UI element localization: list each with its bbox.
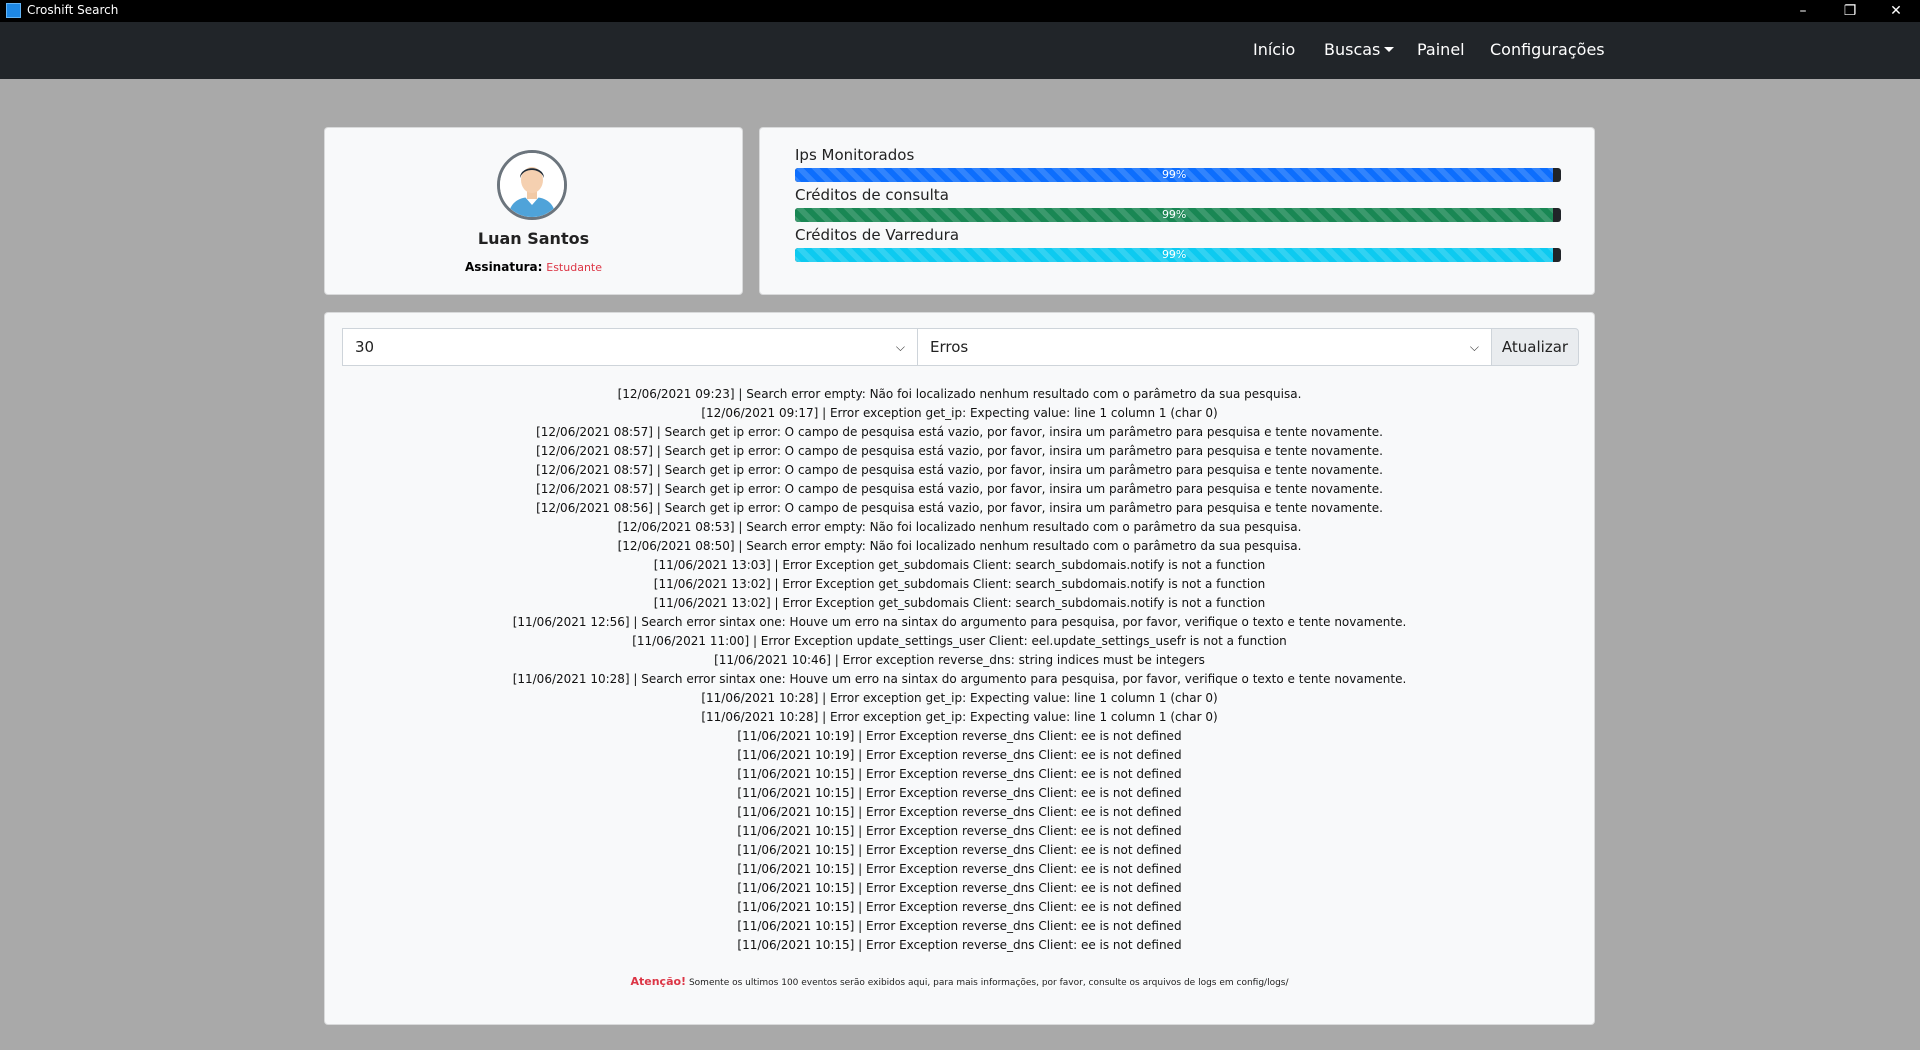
nav-inicio[interactable]: Início	[1253, 40, 1295, 59]
type-select-value: Erros	[930, 338, 969, 356]
type-select[interactable]: Erros ⌵	[917, 328, 1492, 366]
meter-fill-ips: 99%	[795, 168, 1554, 182]
nav-buscas-label: Buscas	[1324, 40, 1381, 59]
log-entry: [11/06/2021 13:02] | Error Exception get…	[653, 596, 1266, 610]
notice: Atenção! Somente os ultimos 100 eventos …	[325, 975, 1594, 988]
log-entry: [11/06/2021 10:15] | Error Exception rev…	[737, 843, 1182, 857]
usage-card: Ips Monitorados 99% Créditos de consulta…	[759, 127, 1595, 295]
log-entry: [12/06/2021 08:57] | Search get ip error…	[536, 425, 1383, 439]
log-entry: [11/06/2021 10:15] | Error Exception rev…	[737, 824, 1182, 838]
log-entry: [12/06/2021 08:50] | Search error empty:…	[617, 539, 1302, 553]
log-entry: [11/06/2021 10:15] | Error Exception rev…	[737, 900, 1182, 914]
log-entry: [11/06/2021 10:15] | Error Exception rev…	[737, 862, 1182, 876]
log-list: [12/06/2021 09:23] | Search error empty:…	[325, 385, 1594, 955]
meter-label-consulta: Créditos de consulta	[795, 186, 949, 204]
chevron-down-icon: ⌵	[1469, 340, 1479, 354]
log-entry: [11/06/2021 10:15] | Error Exception rev…	[737, 786, 1182, 800]
log-entry: [12/06/2021 08:53] | Search error empty:…	[617, 520, 1302, 534]
meter-varredura: 99%	[795, 248, 1561, 262]
meter-consulta: 99%	[795, 208, 1561, 222]
log-entry: [11/06/2021 12:56] | Search error sintax…	[512, 615, 1407, 629]
maximize-button[interactable]: ❐	[1827, 0, 1873, 22]
notice-text: Somente os ultimos 100 eventos serão exi…	[688, 978, 1289, 988]
window-titlebar: Croshift Search – ❐ ✕	[0, 0, 1920, 22]
log-entry: [11/06/2021 10:15] | Error Exception rev…	[737, 805, 1182, 819]
count-select-value: 30	[355, 338, 375, 356]
log-entry: [12/06/2021 08:57] | Search get ip error…	[536, 444, 1383, 458]
log-entry: [12/06/2021 09:17] | Error exception get…	[701, 406, 1218, 420]
close-button[interactable]: ✕	[1873, 0, 1919, 22]
nav-configuracoes[interactable]: Configurações	[1490, 40, 1605, 59]
log-entry: [12/06/2021 08:57] | Search get ip error…	[536, 482, 1383, 496]
subscription-info: Assinatura: Estudante	[325, 260, 742, 274]
log-entry: [11/06/2021 10:19] | Error Exception rev…	[737, 748, 1182, 762]
log-entry: [11/06/2021 10:19] | Error Exception rev…	[737, 729, 1182, 743]
log-entry: [12/06/2021 08:57] | Search get ip error…	[536, 463, 1383, 477]
logs-card: 30 ⌵ Erros ⌵ Atualizar [12/06/2021 09:23…	[324, 312, 1595, 1025]
profile-card: Luan Santos Assinatura: Estudante	[324, 127, 743, 295]
meter-fill-varredura: 99%	[795, 248, 1554, 262]
meter-label-varredura: Créditos de Varredura	[795, 226, 960, 244]
window-title: Croshift Search	[27, 3, 119, 17]
log-entry: [11/06/2021 11:00] | Error Exception upd…	[632, 634, 1287, 648]
log-entry: [11/06/2021 10:28] | Error exception get…	[701, 710, 1218, 724]
meter-label-ips: Ips Monitorados	[795, 146, 915, 164]
log-entry: [11/06/2021 10:15] | Error Exception rev…	[737, 881, 1182, 895]
log-entry: [12/06/2021 09:23] | Search error empty:…	[617, 387, 1302, 401]
user-name: Luan Santos	[477, 229, 590, 248]
notice-warning-label: Atenção!	[630, 975, 687, 988]
app-icon	[6, 3, 21, 18]
log-entry: [11/06/2021 13:02] | Error Exception get…	[653, 577, 1266, 591]
log-entry: [12/06/2021 08:56] | Search get ip error…	[536, 501, 1383, 515]
subscription-value: Estudante	[546, 261, 602, 274]
log-entry: [11/06/2021 10:15] | Error Exception rev…	[737, 938, 1182, 952]
subscription-label: Assinatura:	[465, 260, 543, 274]
log-entry: [11/06/2021 10:46] | Error exception rev…	[714, 653, 1205, 667]
meter-fill-consulta: 99%	[795, 208, 1554, 222]
log-entry: [11/06/2021 13:03] | Error Exception get…	[653, 558, 1266, 572]
refresh-button[interactable]: Atualizar	[1491, 328, 1579, 366]
caret-down-icon	[1384, 47, 1395, 52]
top-navbar: Início Buscas Painel Configurações	[0, 22, 1920, 79]
meter-ips: 99%	[795, 168, 1561, 182]
chevron-down-icon: ⌵	[895, 340, 905, 354]
log-entry: [11/06/2021 10:15] | Error Exception rev…	[737, 919, 1182, 933]
log-entry: [11/06/2021 10:15] | Error Exception rev…	[737, 767, 1182, 781]
nav-buscas[interactable]: Buscas	[1324, 40, 1395, 59]
log-entry: [11/06/2021 10:28] | Search error sintax…	[512, 672, 1407, 686]
minimize-button[interactable]: –	[1780, 0, 1826, 22]
user-avatar-icon	[497, 150, 567, 220]
count-select[interactable]: 30 ⌵	[342, 328, 918, 366]
log-entry: [11/06/2021 10:28] | Error exception get…	[701, 691, 1218, 705]
nav-painel[interactable]: Painel	[1417, 40, 1465, 59]
